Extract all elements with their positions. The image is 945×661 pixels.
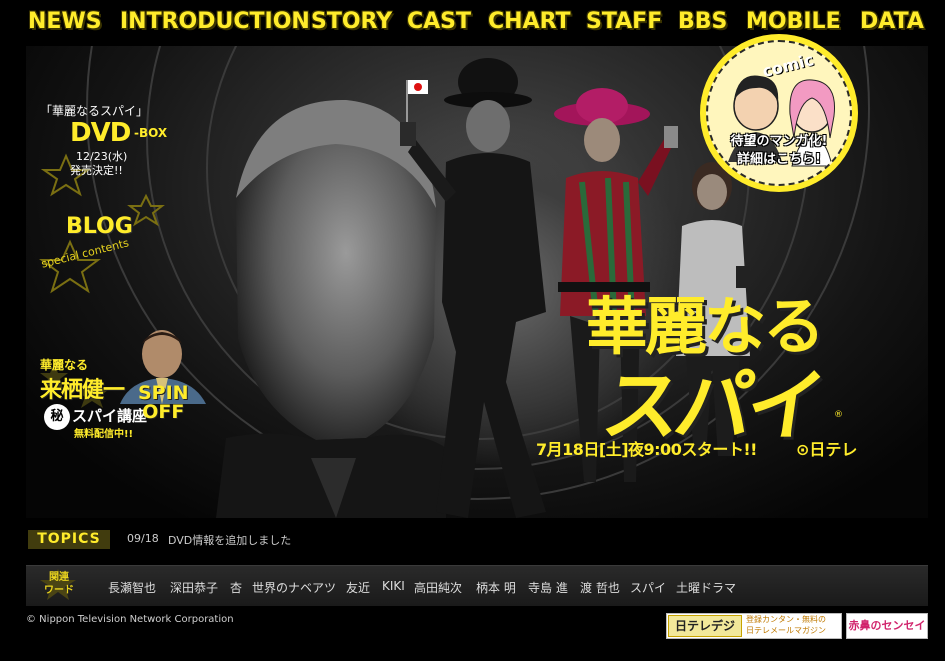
keyword-link[interactable]: KIKI xyxy=(382,579,405,593)
keyword-link[interactable]: 柄本 明 xyxy=(476,579,516,596)
secret-badge: 秘 xyxy=(44,404,70,430)
off-word: OFF xyxy=(142,401,185,423)
related-words-label-l2: ワード xyxy=(44,585,74,596)
nav-mobile[interactable]: MOBILE xyxy=(746,7,841,37)
registered-mark: ® xyxy=(834,410,843,420)
topics-date: 09/18 xyxy=(127,532,159,545)
spinoff-course: スパイ講座 xyxy=(72,407,148,425)
nav-bbs[interactable]: BBS xyxy=(678,7,727,37)
comic-details-link: 詳細はこちら! xyxy=(737,152,821,167)
nandarou-icon: ⊙ xyxy=(796,440,810,459)
nav-introduction[interactable]: INTRODUCTION xyxy=(120,7,310,37)
comic-headline: 待望のマンガ化! xyxy=(730,134,828,149)
keyword-link[interactable]: 深田恭子 xyxy=(170,579,218,596)
dvd-release-note: 発売決定!! xyxy=(70,164,123,177)
dvd-title: 「華麗なるスパイ」 xyxy=(40,104,149,118)
keyword-link[interactable]: 世界のナベアツ xyxy=(252,579,336,596)
onair-schedule: 7月18日[土]夜9:00スタート!! xyxy=(536,440,757,459)
spin-off-label: SPIN OFF xyxy=(138,384,189,422)
ntv-digi-logo: 日テレデジ xyxy=(668,615,742,637)
blog-link[interactable]: BLOG xyxy=(66,214,133,239)
keyword-link[interactable]: 杏 xyxy=(230,579,242,596)
network-name: 日テレ xyxy=(809,440,858,459)
nav-data[interactable]: DATA xyxy=(860,7,924,37)
dvd-box-suffix: -BOX xyxy=(134,126,168,140)
keyword-link[interactable]: 寺島 進 xyxy=(528,579,568,596)
keyword-link[interactable]: 友近 xyxy=(346,579,370,596)
mail-magazine-text: 登録カンタン・無料の 日テレメールマガジン xyxy=(746,614,826,636)
nav-news[interactable]: NEWS xyxy=(28,7,102,37)
network-logo: ⊙日テレ xyxy=(796,436,857,460)
topics-label: TOPICS xyxy=(28,530,110,549)
nav-chart[interactable]: CHART xyxy=(488,7,571,37)
related-words-label: 関連 ワード xyxy=(31,571,87,597)
keyword-link[interactable]: 土曜ドラマ xyxy=(676,579,736,596)
keyword-link[interactable]: 高田純次 xyxy=(414,579,462,596)
nav-staff[interactable]: STAFF xyxy=(586,7,662,37)
topics-item[interactable]: DVD情報を追加しました xyxy=(168,532,291,548)
nav-cast[interactable]: CAST xyxy=(407,7,471,37)
keyword-link[interactable]: 長瀬智也 xyxy=(108,579,156,596)
spinoff-name: 来栖健一 xyxy=(40,378,125,403)
keyword-link[interactable]: 渡 哲也 xyxy=(580,579,620,596)
spinoff-free-note: 無料配信中!! xyxy=(74,429,134,440)
akahana-banner[interactable]: 赤鼻のセンセイ xyxy=(846,613,928,639)
spinoff-kicker: 華麗なる xyxy=(40,358,89,372)
dvd-label: DVD xyxy=(70,118,131,148)
mail-magazine-line2: 日テレメールマガジン xyxy=(746,626,826,635)
related-words-label-l1: 関連 xyxy=(49,572,69,583)
nav-story[interactable]: STORY xyxy=(311,7,392,37)
copyright: © Nippon Television Network Corporation xyxy=(26,614,234,625)
mail-magazine-line1: 登録カンタン・無料の xyxy=(746,615,826,624)
keyword-link[interactable]: スパイ xyxy=(630,579,666,596)
